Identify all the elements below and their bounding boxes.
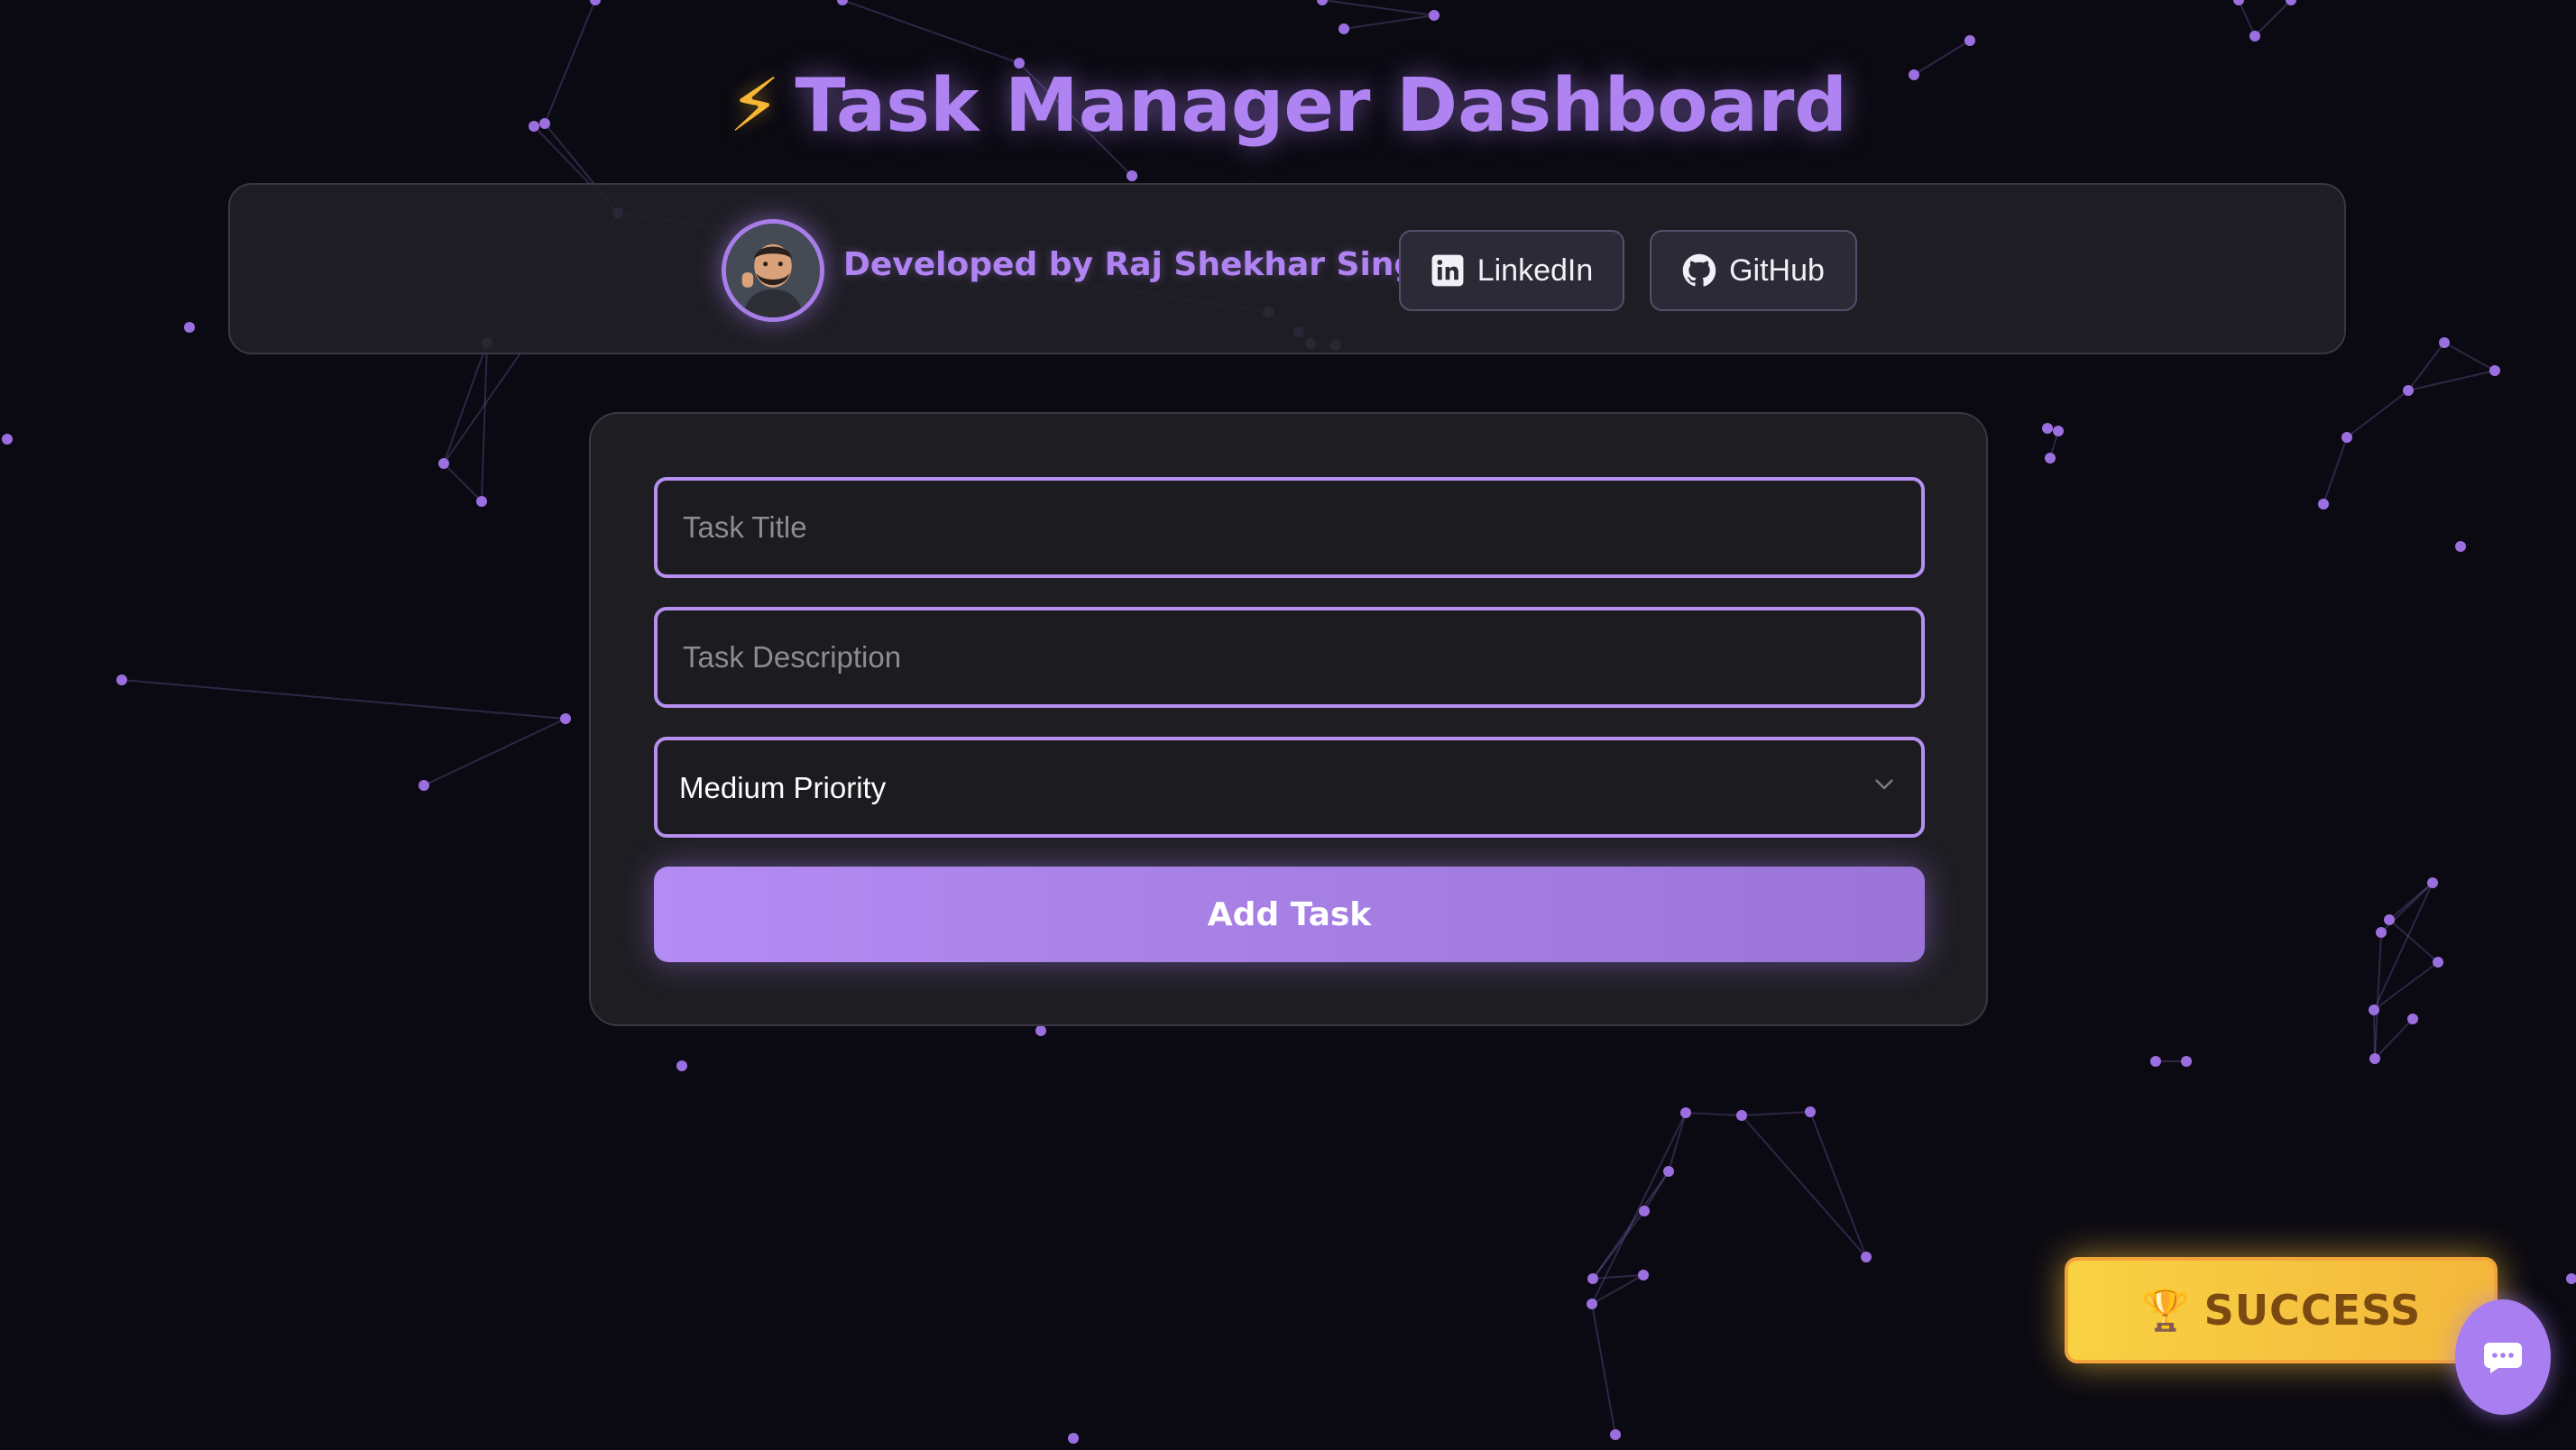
network-link [1343,14,1435,30]
network-particle [1639,1206,1650,1216]
network-particle [2053,426,2064,436]
network-link [1591,1303,1616,1436]
network-link [2346,390,2409,438]
github-button[interactable]: GitHub [1650,230,1857,311]
github-icon [1682,253,1716,287]
lightning-bolt-icon: ⚡ [728,63,781,149]
success-label: SUCCESS [2203,1286,2422,1335]
network-link [2373,882,2433,1011]
network-particle [1680,1107,1691,1118]
network-particle [438,458,449,469]
network-particle [1127,170,1137,181]
network-link [2388,919,2439,963]
network-particle [2407,1014,2418,1024]
network-particle [2439,337,2450,348]
network-particle [1663,1166,1674,1177]
network-particle [2,434,13,445]
network-particle [1339,23,1349,34]
network-link [423,718,566,786]
page-title: ⚡ Task Manager Dashboard [0,63,2576,149]
task-title-input[interactable] [654,477,1925,578]
network-particle [2376,927,2387,938]
network-particle [1736,1110,1747,1121]
network-link [481,342,488,502]
network-link [2388,882,2433,921]
network-particle [2369,1053,2380,1064]
network-link [1741,1115,1867,1258]
network-particle [419,780,429,791]
network-link [2443,342,2496,372]
priority-select[interactable]: Medium Priority [654,737,1925,838]
network-particle [1587,1273,1598,1284]
network-particle [476,496,487,507]
page-title-text: Task Manager Dashboard [795,63,1848,149]
network-particle [2181,1056,2192,1067]
network-particle [1610,1429,1621,1440]
network-particle [1638,1270,1649,1280]
network-link [1592,1274,1644,1280]
network-particle [2384,914,2395,925]
add-task-button[interactable]: Add Task [654,867,1925,962]
network-particle [1429,10,1440,21]
priority-select-wrapper: Medium Priority [654,737,1925,838]
linkedin-button[interactable]: LinkedIn [1399,230,1624,311]
network-link [121,679,566,720]
network-link [2238,0,2256,37]
network-particle [1317,0,1328,5]
success-badge: 🏆 SUCCESS [2065,1257,2498,1363]
network-link [2254,0,2292,37]
dashboard-page: ⚡ Task Manager Dashboard Developed by Raj… [0,0,2576,1450]
avatar-image [726,224,820,317]
network-particle [2489,365,2500,376]
network-particle [2042,423,2053,434]
network-particle [2427,877,2438,888]
network-particle [2433,957,2443,968]
network-particle [2045,453,2056,463]
network-particle [2403,385,2414,396]
network-particle [1068,1433,1079,1444]
chat-button[interactable] [2455,1299,2551,1415]
network-particle [184,322,195,333]
network-particle [1035,1025,1046,1036]
chat-bubble-icon [2484,1343,2522,1373]
task-form-card: Medium Priority Add Task [589,412,1988,1026]
task-description-input[interactable] [654,607,1925,708]
network-particle [2369,1005,2379,1015]
network-link [2323,436,2348,505]
network-particle [2249,31,2260,41]
network-particle [2341,432,2352,443]
network-link [1809,1111,1867,1258]
network-link [2374,1018,2414,1060]
network-particle [560,713,571,724]
network-link [443,463,483,502]
github-label: GitHub [1729,252,1825,288]
network-particle [2318,499,2329,509]
linkedin-icon [1431,254,1464,287]
network-link [1685,1112,1743,1116]
network-particle [1805,1106,1816,1117]
network-particle [2455,541,2466,552]
network-particle [116,675,127,685]
network-particle [2566,1273,2576,1284]
developer-credit: Developed by Raj Shekhar Singh [843,246,1440,283]
network-particle [590,0,601,5]
network-particle [1861,1252,1872,1262]
network-particle [1964,35,1975,46]
network-link [1741,1111,1811,1116]
network-link [2373,961,2439,1011]
network-link [1321,0,1435,16]
network-particle [2150,1056,2161,1067]
developer-avatar [722,219,824,322]
network-particle [2233,0,2244,5]
network-particle [837,0,848,5]
developer-bar: Developed by Raj Shekhar Singh LinkedIn … [228,183,2346,354]
linkedin-label: LinkedIn [1477,252,1594,288]
network-link [842,0,1020,64]
network-particle [676,1060,687,1071]
network-link [443,342,488,464]
trophy-icon: 🏆 [2140,1288,2192,1334]
network-particle [1587,1299,1597,1309]
